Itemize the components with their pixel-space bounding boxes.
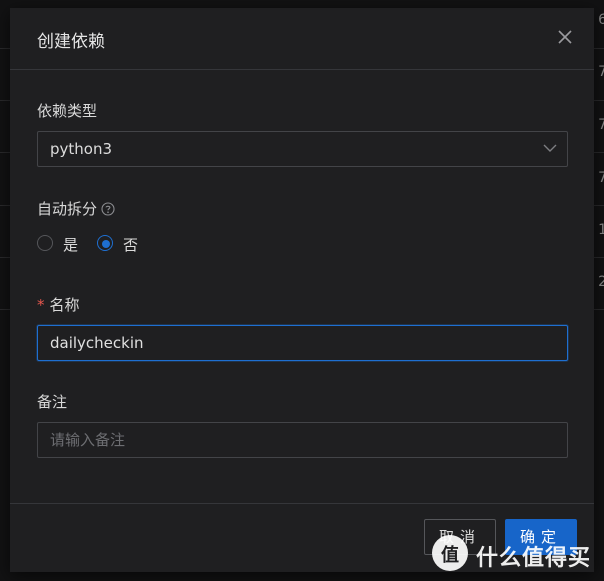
- auto-split-label-row: 自动拆分: [37, 198, 115, 219]
- dependency-type-value: python3: [50, 140, 113, 158]
- question-circle-icon[interactable]: [101, 202, 115, 216]
- remark-label: 备注: [37, 393, 68, 411]
- dependency-type-label: 依赖类型: [37, 102, 98, 120]
- auto-split-yes-radio[interactable]: 是: [37, 235, 87, 255]
- auto-split-no-label: 否: [123, 236, 139, 254]
- auto-split-yes-label: 是: [63, 236, 79, 254]
- background-row-value: 1: [598, 222, 604, 238]
- remark-input[interactable]: [37, 422, 568, 458]
- background-row-value: 2: [598, 274, 604, 290]
- chevron-down-icon: [543, 144, 557, 152]
- name-label-row: * 名称: [37, 294, 80, 315]
- radio-unchecked-icon: [37, 235, 53, 251]
- background-row-value: 7: [598, 117, 604, 133]
- watermark-badge: 值: [432, 535, 468, 571]
- auto-split-no-radio[interactable]: 否: [97, 235, 147, 255]
- radio-checked-icon: [97, 235, 113, 251]
- modal-header: 创建依赖: [10, 8, 594, 70]
- close-icon: [558, 30, 572, 44]
- create-dependency-modal: 创建依赖 依赖类型 python3 自动拆分 是 否 * 名称 dailyche…: [10, 8, 594, 572]
- modal-title: 创建依赖: [37, 32, 105, 52]
- radio-dot: [102, 240, 110, 248]
- watermark-text: 什么值得买: [476, 546, 592, 571]
- name-label: 名称: [49, 296, 80, 314]
- name-input[interactable]: [37, 325, 568, 361]
- dependency-type-select[interactable]: python3: [37, 131, 568, 167]
- watermark-badge-text: 值: [441, 545, 459, 566]
- watermark-logo: 值 什么值得买: [432, 531, 600, 575]
- close-button[interactable]: [555, 27, 575, 47]
- background-row-value: 6: [598, 12, 604, 28]
- background-row-value: 7: [598, 170, 604, 186]
- required-mark: *: [37, 296, 45, 314]
- background-row-value: 7: [598, 64, 604, 80]
- auto-split-label: 自动拆分: [37, 200, 98, 218]
